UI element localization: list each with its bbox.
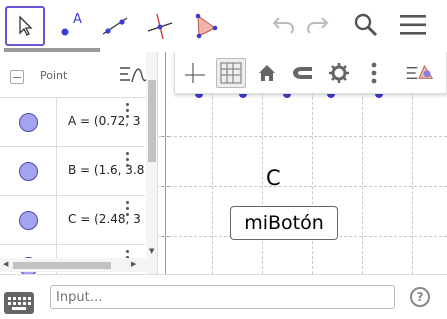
point-capturing-button[interactable]: [287, 58, 317, 88]
point-visibility-dot[interactable]: [19, 211, 38, 230]
algebra-view: Point A = (0.72, 3 B = (1.6, 3.8 C = (2.…: [0, 52, 158, 274]
vertical-scroll-thumb[interactable]: [148, 80, 156, 162]
row-more-icon[interactable]: [125, 103, 131, 123]
visibility-toggle[interactable]: [0, 196, 57, 245]
line-icon: [102, 17, 128, 35]
horizontal-scroll-thumb[interactable]: [13, 262, 111, 269]
row-more-icon[interactable]: [125, 152, 131, 172]
point-tool-button[interactable]: A: [50, 6, 90, 46]
algebra-definition[interactable]: A = (0.72, 3: [68, 114, 146, 128]
standard-view-button[interactable]: [252, 58, 282, 88]
algebra-horizontal-scrollbar[interactable]: ◀ ▶: [0, 258, 146, 272]
polygon-tool-button[interactable]: [185, 6, 225, 46]
undo-button[interactable]: [268, 10, 298, 40]
point-visibility-dot[interactable]: [19, 113, 38, 132]
point-c-label: C: [266, 166, 281, 190]
style-bar-toggle-icon: [406, 65, 434, 79]
row-more-icon[interactable]: [125, 201, 131, 221]
grid-line: [159, 186, 447, 187]
grid-line: [159, 136, 447, 137]
search-icon: [354, 13, 378, 37]
point-visibility-dot[interactable]: [19, 162, 38, 181]
input-bar: ?: [0, 274, 447, 319]
toggle-style-bar-button[interactable]: [405, 58, 435, 88]
y-axis: [165, 52, 166, 274]
visibility-toggle[interactable]: [0, 147, 57, 196]
menu-icon: [400, 15, 426, 35]
graphics-style-bar: [174, 52, 447, 94]
perpendicular-line-icon: [147, 13, 173, 40]
toolbar: A: [0, 0, 447, 52]
minus-icon: [13, 76, 21, 78]
algebra-definition[interactable]: B = (1.6, 3.8: [68, 163, 146, 177]
virtual-keyboard-button[interactable]: [4, 292, 34, 314]
show-grid-button[interactable]: [216, 58, 246, 88]
scroll-left-arrow-icon[interactable]: ◀: [3, 260, 8, 268]
scroll-down-arrow-icon[interactable]: ▼: [149, 247, 154, 255]
input-bar-field[interactable]: [50, 285, 395, 309]
show-grid-icon: [220, 62, 242, 84]
more-options-button[interactable]: [359, 58, 389, 88]
algebra-row-a[interactable]: A = (0.72, 3: [0, 98, 145, 147]
help-button[interactable]: ?: [410, 287, 430, 307]
move-tool-button[interactable]: [5, 6, 45, 46]
algebra-row-c[interactable]: C = (2.48, 3: [0, 196, 145, 245]
point-tool-glyph: A: [73, 12, 82, 27]
show-axes-button[interactable]: [180, 58, 210, 88]
algebra-definition[interactable]: C = (2.48, 3: [68, 212, 146, 226]
line-tool-button[interactable]: [95, 6, 135, 46]
move-arrow-icon: [19, 15, 33, 36]
polygon-icon: [195, 13, 218, 39]
mi-boton-button[interactable]: miBotón: [230, 206, 338, 240]
algebra-row-b[interactable]: B = (1.6, 3.8: [0, 147, 145, 196]
home-icon: [259, 65, 275, 81]
more-vertical-icon: [371, 62, 377, 84]
main-menu-button[interactable]: [398, 10, 428, 40]
gear-icon: [329, 63, 349, 83]
redo-button[interactable]: [303, 10, 333, 40]
collapse-group-button[interactable]: [10, 70, 24, 84]
perpendicular-line-tool-button[interactable]: [140, 6, 180, 46]
algebra-group-label: Point: [40, 69, 68, 82]
algebra-header: Point: [0, 52, 157, 98]
visibility-toggle[interactable]: [0, 98, 57, 147]
redo-icon: [306, 17, 329, 34]
search-button[interactable]: [351, 10, 381, 40]
show-axes-icon: [185, 63, 205, 83]
algebra-vertical-scrollbar[interactable]: ▼: [146, 52, 157, 274]
magnet-icon: [293, 67, 312, 79]
help-icon: ?: [416, 290, 424, 304]
graphics-settings-button[interactable]: [324, 58, 354, 88]
undo-icon: [272, 17, 295, 34]
scroll-right-arrow-icon[interactable]: ▶: [131, 260, 136, 268]
